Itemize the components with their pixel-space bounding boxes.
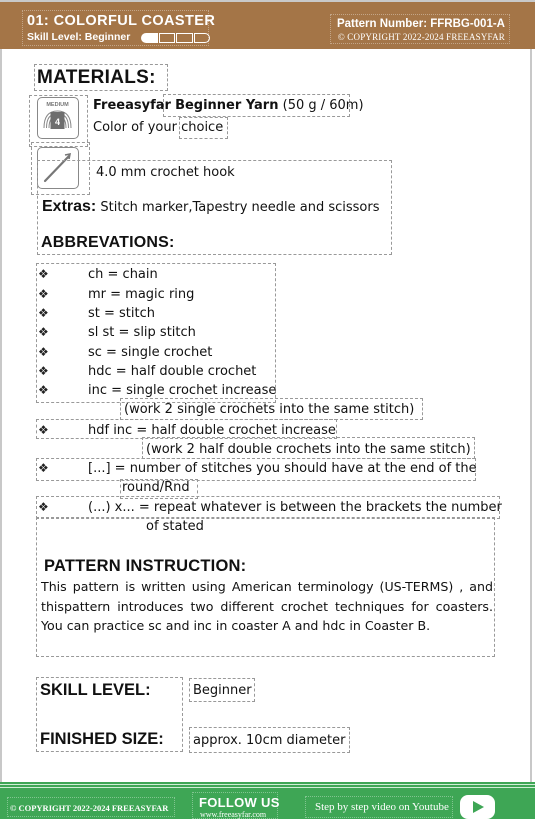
yarn-icon-label: MEDIUM	[46, 102, 69, 108]
yarn-icon-number: 4	[55, 117, 60, 127]
bullet-icon: ❖	[38, 364, 49, 378]
youtube-label[interactable]: Step by step video on Youtube	[315, 801, 449, 813]
pattern-title: 01: COLORFUL COASTER	[27, 13, 216, 29]
skill-meter-segment-filled	[141, 33, 158, 43]
abbreviation-text: sc = single crochet	[88, 345, 213, 360]
extras-label: Extras:	[42, 198, 97, 215]
abbreviation-text: st = stitch	[88, 306, 155, 321]
yarn-line: Freeasyfar Beginner Yarn (50 g / 60m)	[93, 98, 364, 113]
yarn-color-line: Color of your choice	[93, 120, 223, 135]
skill-meter-segment-empty	[193, 33, 210, 43]
skill-level-label: SKILL LEVEL:	[40, 681, 151, 699]
skill-level-meter	[141, 33, 211, 43]
skill-level-value: Beginner	[193, 683, 252, 698]
abbr-row-frame	[36, 496, 500, 519]
header-title-block: 01: COLORFUL COASTER Skill Level: Beginn…	[22, 10, 215, 46]
page-header: 01: COLORFUL COASTER Skill Level: Beginn…	[0, 0, 535, 49]
yarn-weight-medium-4-icon: MEDIUM 4	[37, 97, 79, 139]
bullet-icon: ❖	[38, 383, 49, 397]
extras-text: Stitch marker,Tapestry needle and scisso…	[100, 200, 380, 215]
header-copyright: © COPYRIGHT 2022-2024 FREEASYFAR	[337, 32, 505, 42]
abbreviation-text: hdc = half double crochet	[88, 364, 257, 379]
header-pattern-block: Pattern Number: FFRBG-001-A © COPYRIGHT …	[330, 14, 510, 44]
skill-meter-segment-empty	[158, 33, 175, 43]
footer-divider	[0, 784, 535, 788]
youtube-play-button[interactable]	[460, 795, 495, 819]
finished-size-value: approx. 10cm diameter	[193, 733, 346, 748]
abbr-row-frame	[36, 458, 476, 481]
youtube-play-icon	[473, 801, 484, 813]
bullet-icon: ❖	[38, 267, 49, 281]
continuation-frame	[142, 437, 475, 459]
extras-line: Extras: Stitch marker,Tapestry needle an…	[42, 198, 380, 216]
skill-meter-segment-empty	[176, 33, 193, 43]
bullet-icon: ❖	[38, 306, 49, 320]
yarn-name: Beginner Yarn	[175, 98, 279, 113]
pattern-instruction-body: This pattern is written using American t…	[41, 579, 493, 633]
follow-us-label: FOLLOW US	[199, 795, 280, 810]
yarn-color-suffix: choice	[181, 120, 224, 135]
abbreviations-title: ABBREVATIONS:	[41, 234, 175, 251]
website-link[interactable]: www.freeasyfar.com	[200, 810, 266, 819]
page-edge	[0, 0, 2, 819]
pattern-number: Pattern Number: FFRBG-001-A	[336, 18, 505, 30]
yarn-brand: Freeasyfar	[93, 98, 171, 113]
materials-title: MATERIALS:	[37, 67, 156, 88]
bullet-icon: ❖	[38, 287, 49, 301]
continuation-frame	[120, 398, 423, 420]
abbreviation-text: ch = chain	[88, 267, 158, 282]
header-skill-level: Skill Level: Beginner	[27, 31, 131, 43]
page-edge	[530, 48, 532, 783]
bullet-icon: ❖	[38, 325, 49, 339]
hook-text: 4.0 mm crochet hook	[96, 165, 235, 180]
abbr-row-frame	[36, 419, 337, 439]
yarn-color-prefix: Color of your	[93, 120, 177, 135]
yarn-amount: (50 g / 60m)	[282, 98, 364, 113]
abbreviation-text: mr = magic ring	[88, 287, 195, 302]
abbreviation-text: sl st = slip stitch	[88, 325, 196, 340]
pattern-instruction-title: PATTERN INSTRUCTION:	[44, 557, 247, 575]
bullet-icon: ❖	[38, 345, 49, 359]
abbreviation-text: inc = single crochet increase	[88, 383, 277, 398]
finished-size-label: FINISHED SIZE:	[40, 730, 164, 748]
footer-copyright: © COPYRIGHT 2022-2024 FREEASYFAR	[10, 803, 169, 813]
